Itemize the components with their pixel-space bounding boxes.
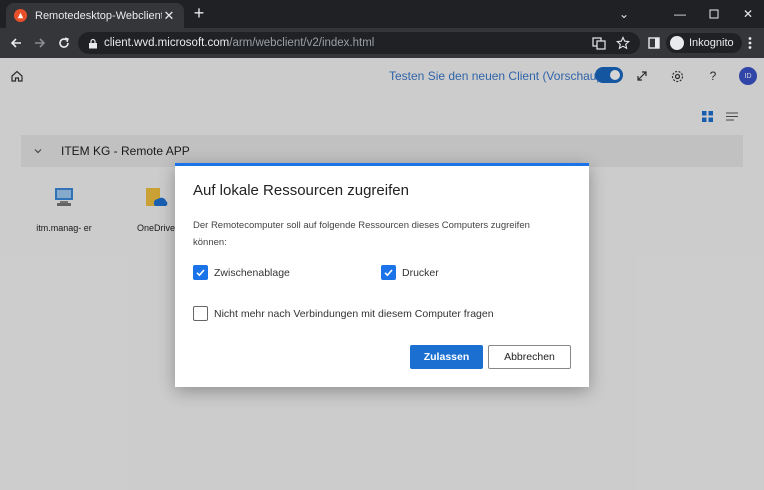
tab-title: Remotedesktop-Webclient bbox=[35, 9, 162, 22]
address-bar[interactable]: client.wvd.microsoft.com/arm/webclient/v… bbox=[78, 32, 640, 54]
clipboard-option[interactable]: Zwischenablage bbox=[193, 265, 290, 280]
browser-toolbar: client.wvd.microsoft.com/arm/webclient/v… bbox=[0, 28, 764, 58]
remote-desktop-favicon-icon bbox=[14, 9, 27, 22]
side-panel-icon[interactable] bbox=[644, 33, 664, 53]
lock-icon bbox=[89, 38, 97, 48]
incognito-icon bbox=[670, 36, 684, 50]
translate-icon[interactable] bbox=[592, 36, 606, 50]
forward-icon[interactable] bbox=[30, 33, 50, 53]
back-icon[interactable] bbox=[6, 33, 26, 53]
browser-tab[interactable]: Remotedesktop-Webclient ✕ bbox=[6, 3, 184, 28]
dialog-title: Auf lokale Ressourcen zugreifen bbox=[193, 182, 409, 199]
dialog-description: Der Remotecomputer soll auf folgende Res… bbox=[193, 220, 530, 248]
printer-label: Drucker bbox=[402, 266, 439, 279]
clipboard-label: Zwischenablage bbox=[214, 266, 290, 279]
reload-icon[interactable] bbox=[54, 33, 74, 53]
cancel-button[interactable]: Abbrechen bbox=[488, 345, 571, 369]
browser-tabbar: Remotedesktop-Webclient ✕ + ⌄ — ✕ bbox=[0, 0, 764, 28]
tab-search-icon[interactable]: ⌄ bbox=[604, 0, 644, 28]
browser-menu-icon[interactable] bbox=[740, 33, 760, 53]
new-tab-icon[interactable]: + bbox=[190, 3, 208, 23]
dont-ask-option[interactable]: Nicht mehr nach Verbindungen mit diesem … bbox=[193, 306, 494, 321]
incognito-label: Inkognito bbox=[689, 37, 734, 49]
checkmark-icon bbox=[384, 269, 393, 277]
allow-button[interactable]: Zulassen bbox=[410, 345, 483, 369]
dont-ask-checkbox[interactable] bbox=[193, 306, 208, 321]
close-window-icon[interactable]: ✕ bbox=[728, 0, 764, 28]
bookmark-star-icon[interactable] bbox=[616, 36, 630, 50]
incognito-profile-button[interactable]: Inkognito bbox=[666, 33, 742, 53]
printer-checkbox[interactable] bbox=[381, 265, 396, 280]
local-resources-dialog: Auf lokale Ressourcen zugreifen Der Remo… bbox=[175, 163, 589, 387]
url-text: client.wvd.microsoft.com/arm/webclient/v… bbox=[104, 37, 375, 49]
clipboard-checkbox[interactable] bbox=[193, 265, 208, 280]
checkmark-icon bbox=[196, 269, 205, 277]
printer-option[interactable]: Drucker bbox=[381, 265, 439, 280]
dont-ask-label: Nicht mehr nach Verbindungen mit diesem … bbox=[214, 307, 494, 320]
tab-close-icon[interactable]: ✕ bbox=[162, 8, 176, 24]
